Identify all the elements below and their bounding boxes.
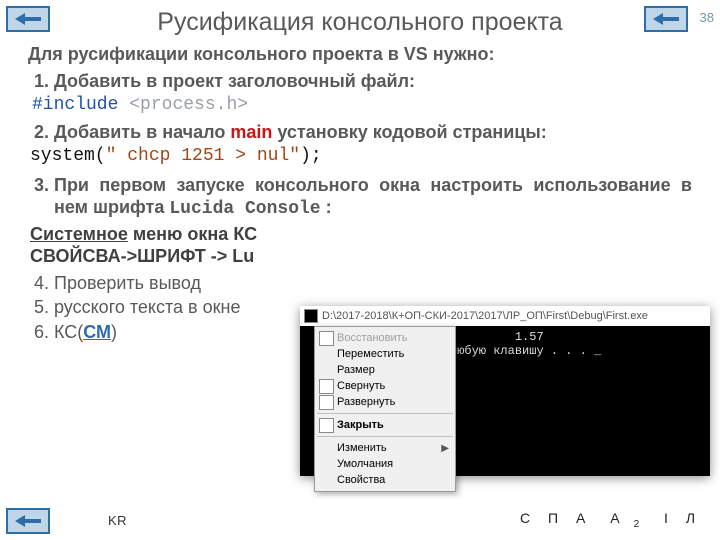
menu-path-line: Системное меню окна КС СВОЙСВА->ШРИФТ ->… <box>30 223 692 268</box>
menu-separator <box>317 413 453 414</box>
menu-maximize[interactable]: Развернуть <box>315 394 455 410</box>
restore-icon <box>319 331 334 346</box>
include-keyword: #include <box>32 95 118 115</box>
lead-text: Для русификации консольного проекта в VS… <box>28 43 692 66</box>
font-name: Lucida Console <box>169 199 320 219</box>
menu-size[interactable]: Размер <box>315 362 455 378</box>
menu-minimize[interactable]: Свернуть <box>315 378 455 394</box>
slide-title: Русификация консольного проекта <box>28 8 692 37</box>
console-app-icon <box>304 309 318 323</box>
cm-link[interactable]: СМ <box>83 322 111 342</box>
menu-separator <box>317 436 453 437</box>
menu-properties[interactable]: Свойства <box>315 472 455 488</box>
menu-edit[interactable]: Изменить▶ <box>315 440 455 456</box>
step-3: При первом запуске консольного окна наст… <box>54 174 692 221</box>
menu-defaults[interactable]: Умолчания <box>315 456 455 472</box>
submenu-arrow-icon: ▶ <box>441 443 449 454</box>
steps-list: Добавить в проект заголовочный файл: <box>28 70 692 93</box>
step-2: Добавить в начало main установку кодовой… <box>54 121 692 144</box>
code-include: #include <process.h> <box>32 94 692 117</box>
include-header: <process.h> <box>129 95 248 115</box>
maximize-icon <box>319 395 334 410</box>
footer-letters: С П А А2 I Л <box>513 510 702 530</box>
nav-prev-top-right-button[interactable] <box>644 6 688 32</box>
step-4: Проверить вывод <box>54 272 692 295</box>
menu-close[interactable]: Закрыть <box>315 417 455 433</box>
arrow-left-icon <box>15 515 41 527</box>
arrow-left-icon <box>15 13 41 25</box>
menu-move[interactable]: Переместить <box>315 346 455 362</box>
arrow-left-icon <box>653 13 679 25</box>
minimize-icon <box>319 379 334 394</box>
console-screenshot: D:\2017-2018\К+ОП-СКИ-2017\2017\ЛР_ОП\Fi… <box>300 306 710 476</box>
nav-prev-top-button[interactable] <box>6 6 50 32</box>
console-title-path: D:\2017-2018\К+ОП-СКИ-2017\2017\ЛР_ОП\Fi… <box>322 310 648 322</box>
main-keyword: main <box>230 122 272 142</box>
close-icon <box>319 418 334 433</box>
chcp-string: " chcp 1251 > nul" <box>106 146 300 166</box>
nav-prev-bottom-button[interactable] <box>6 508 50 534</box>
system-menu: Восстановить Переместить Размер Свернуть… <box>314 326 456 492</box>
page-number: 38 <box>700 10 714 25</box>
console-titlebar: D:\2017-2018\К+ОП-СКИ-2017\2017\ЛР_ОП\Fi… <box>300 306 710 327</box>
step-1: Добавить в проект заголовочный файл: <box>54 70 692 93</box>
code-system-call: system(" chcp 1251 > nul"); <box>30 145 692 168</box>
menu-restore[interactable]: Восстановить <box>315 330 455 346</box>
kr-label: KR <box>108 513 127 528</box>
